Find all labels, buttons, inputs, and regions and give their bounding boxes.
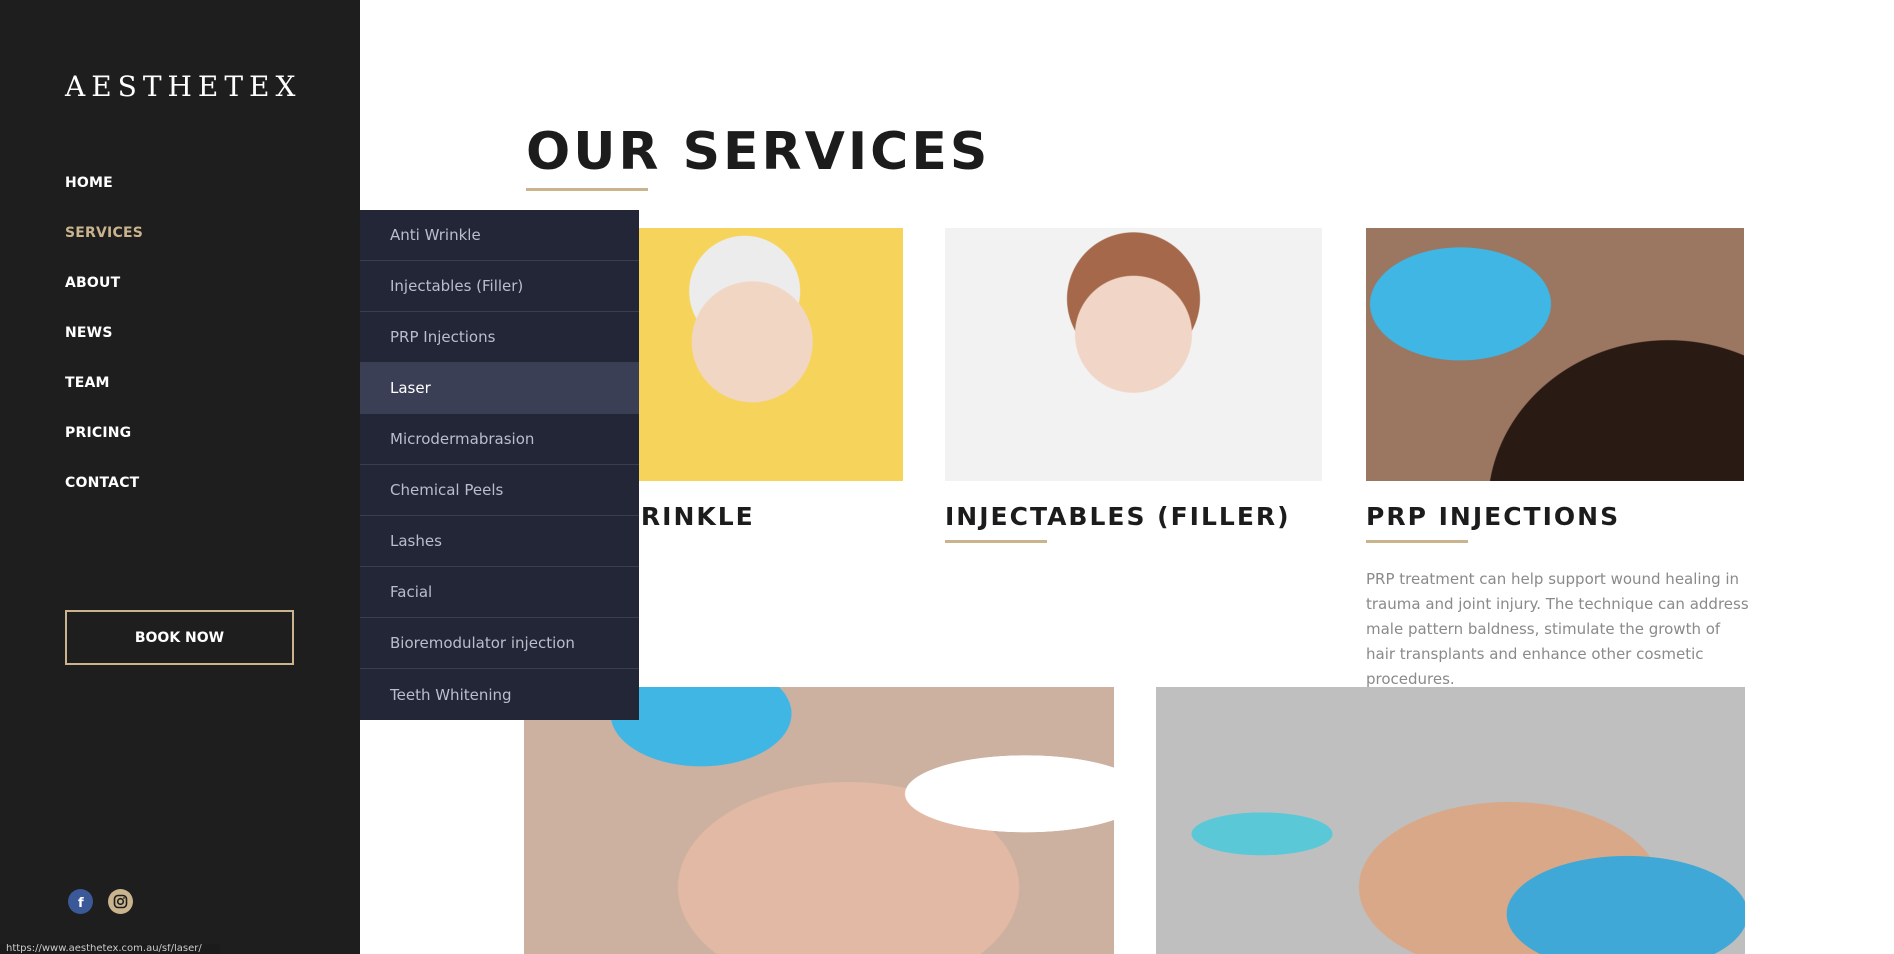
dropdown-item-injectables[interactable]: Injectables (Filler) xyxy=(360,261,639,312)
svg-text:f: f xyxy=(78,896,84,909)
dropdown-item-label: Bioremodulator injection xyxy=(390,634,575,652)
nav-item-news: NEWS xyxy=(65,320,143,370)
injectables-title[interactable]: INJECTABLES (FILLER) xyxy=(945,502,1291,531)
nav-item-services: SERVICES xyxy=(65,220,143,270)
dropdown-item-teeth-whitening[interactable]: Teeth Whitening xyxy=(360,669,639,720)
dropdown-item-label: Anti Wrinkle xyxy=(390,226,481,244)
dropdown-item-label: Laser xyxy=(390,379,431,397)
nav-link-home[interactable]: HOME xyxy=(65,175,113,191)
nav-link-team[interactable]: TEAM xyxy=(65,375,110,391)
laser-image[interactable] xyxy=(524,687,1114,954)
prp-underline xyxy=(1366,540,1468,543)
nav-link-services[interactable]: SERVICES xyxy=(65,225,143,241)
prp-description: PRP treatment can help support wound hea… xyxy=(1366,570,1749,688)
dropdown-item-label: Injectables (Filler) xyxy=(390,277,524,295)
dropdown-item-lashes[interactable]: Lashes xyxy=(360,516,639,567)
dropdown-item-facial[interactable]: Facial xyxy=(360,567,639,618)
prp-injections-title[interactable]: PRP INJECTIONS xyxy=(1366,502,1620,531)
facebook-icon[interactable]: f xyxy=(68,889,93,914)
nav-item-team: TEAM xyxy=(65,370,143,420)
nav-item-contact: CONTACT xyxy=(65,470,143,520)
prp-injections-image[interactable] xyxy=(1366,228,1744,481)
dropdown-item-label: Teeth Whitening xyxy=(390,685,512,704)
services-dropdown: Anti Wrinkle Injectables (Filler) PRP In… xyxy=(360,210,639,720)
sidebar: AESTHETEX HOME SERVICES ABOUT NEWS TEAM … xyxy=(0,0,360,954)
dropdown-item-microdermabrasion[interactable]: Microdermabrasion xyxy=(360,414,639,465)
dropdown-item-bioremodulator[interactable]: Bioremodulator injection xyxy=(360,618,639,669)
nav-item-pricing: PRICING xyxy=(65,420,143,470)
chemical-peel-image[interactable] xyxy=(1156,687,1745,954)
dropdown-item-prp-injections[interactable]: PRP Injections xyxy=(360,312,639,363)
dropdown-item-chemical-peels[interactable]: Chemical Peels xyxy=(360,465,639,516)
status-bar-url: https://www.aesthetex.com.au/sf/laser/ xyxy=(0,944,220,954)
social-links: f xyxy=(68,889,133,914)
nav-item-about: ABOUT xyxy=(65,270,143,320)
nav-link-about[interactable]: ABOUT xyxy=(65,275,120,291)
page-title: OUR SERVICES xyxy=(526,122,991,182)
nav-link-news[interactable]: NEWS xyxy=(65,325,113,341)
logo[interactable]: AESTHETEX xyxy=(65,70,301,103)
nav-item-home: HOME xyxy=(65,170,143,220)
dropdown-item-anti-wrinkle[interactable]: Anti Wrinkle xyxy=(360,210,639,261)
dropdown-item-label: Chemical Peels xyxy=(390,481,504,499)
page: OUR SERVICES ANTI WRINKLE INJECTABLES (F… xyxy=(0,0,1894,954)
dropdown-item-label: Lashes xyxy=(390,532,442,550)
dropdown-item-label: PRP Injections xyxy=(390,328,496,346)
injectables-image[interactable] xyxy=(945,228,1322,481)
nav-link-pricing[interactable]: PRICING xyxy=(65,425,131,441)
dropdown-item-label: Facial xyxy=(390,583,433,601)
dropdown-item-label: Microdermabrasion xyxy=(390,430,535,448)
injectables-underline xyxy=(945,540,1047,543)
main-nav: HOME SERVICES ABOUT NEWS TEAM PRICING CO… xyxy=(65,170,143,520)
dropdown-item-laser[interactable]: Laser xyxy=(360,363,639,414)
book-now-button[interactable]: BOOK NOW xyxy=(65,610,294,665)
instagram-icon[interactable] xyxy=(108,889,133,914)
title-underline xyxy=(526,188,648,191)
nav-link-contact[interactable]: CONTACT xyxy=(65,475,139,491)
